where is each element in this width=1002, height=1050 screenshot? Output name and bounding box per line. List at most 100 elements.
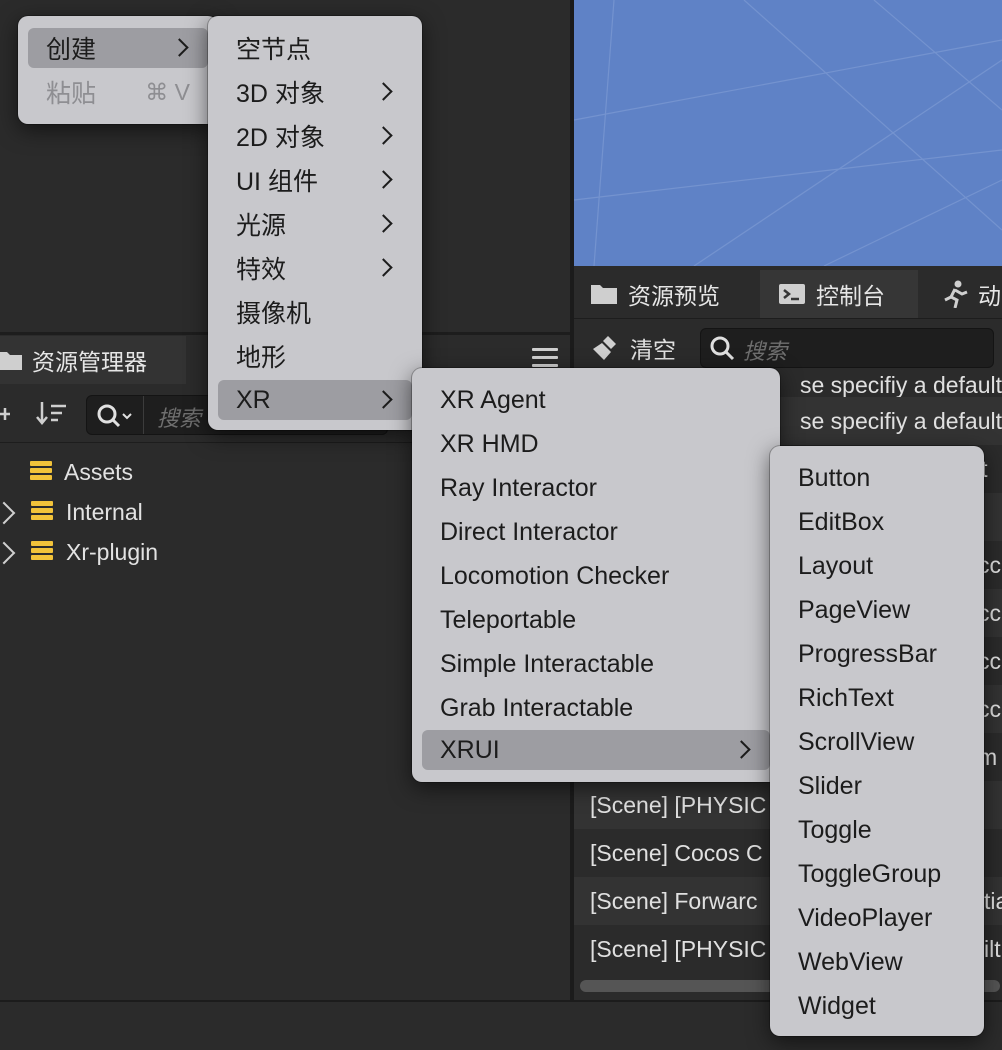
menu-item-label: XR HMD — [440, 429, 539, 458]
menu-item-label: 2D 对象 — [236, 124, 325, 152]
menu-item-label: Toggle — [798, 815, 872, 844]
menu-item-xr[interactable]: XR — [218, 380, 412, 420]
sort-icon[interactable] — [36, 398, 68, 428]
menu-item-label: 摄像机 — [236, 300, 312, 328]
menu-item-label: UI 组件 — [236, 168, 318, 196]
menu-item-togglegroup[interactable]: ToggleGroup — [780, 854, 974, 894]
menu-item-label: 光源 — [236, 212, 287, 240]
menu-item-label: ScrollView — [798, 727, 915, 756]
menu-item-label: XR Agent — [440, 385, 546, 414]
console-search-placeholder: 搜索 — [743, 339, 788, 364]
shortcut-label: ⌘ V — [145, 78, 190, 105]
tree-item-xr-plugin[interactable]: Xr-plugin — [0, 532, 300, 572]
menu-item-label: ToggleGroup — [798, 859, 942, 888]
chevron-right-icon[interactable] — [0, 541, 16, 565]
menu-item-light[interactable]: 光源 — [218, 204, 412, 244]
menu-item-xrui[interactable]: XRUI — [422, 730, 770, 770]
menu-item-locomotion-checker[interactable]: Locomotion Checker — [422, 556, 770, 596]
menu-item-label: 创建 — [46, 36, 97, 64]
menu-item-label: 空节点 — [236, 36, 312, 64]
menu-item-2d-object[interactable]: 2D 对象 — [218, 116, 412, 156]
menu-item-widget[interactable]: Widget — [780, 986, 974, 1026]
menu-item-button[interactable]: Button — [780, 458, 974, 498]
tree-item-label: Internal — [66, 498, 143, 525]
menu-item-progressbar[interactable]: ProgressBar — [780, 634, 974, 674]
menu-item-label: WebView — [798, 947, 903, 976]
menu-item-label: ProgressBar — [798, 639, 937, 668]
menu-item-editbox[interactable]: EditBox — [780, 502, 974, 542]
chevron-right-icon — [732, 740, 751, 759]
menu-item-direct-interactor[interactable]: Direct Interactor — [422, 512, 770, 552]
menu-item-ray-interactor[interactable]: Ray Interactor — [422, 468, 770, 508]
broom-icon — [593, 336, 616, 360]
menu-item-label: PageView — [798, 595, 911, 624]
menu-item-label: Simple Interactable — [440, 649, 655, 678]
menu-item-richtext[interactable]: RichText — [780, 678, 974, 718]
tab-assets[interactable]: 资源管理器 — [0, 336, 186, 384]
tab-label: 动 — [978, 283, 1001, 309]
log-text-tail: ilt — [984, 935, 1001, 962]
menu-item-label: Layout — [798, 551, 874, 580]
menu-item-ui-component[interactable]: UI 组件 — [218, 160, 412, 200]
create-submenu: 空节点 3D 对象 2D 对象 UI 组件 光源 特效 摄像机 地形 XR — [208, 16, 422, 430]
xrui-submenu: Button EditBox Layout PageView ProgressB… — [770, 446, 984, 1036]
menu-item-label: XR — [236, 385, 271, 414]
menu-item-simple-interactable[interactable]: Simple Interactable — [422, 644, 770, 684]
clear-button[interactable]: 清空 — [592, 330, 676, 366]
search-icon — [710, 336, 735, 361]
database-icon — [31, 501, 53, 523]
menu-item-toggle[interactable]: Toggle — [780, 810, 974, 850]
console-search-input[interactable]: 搜索 — [700, 328, 994, 368]
menu-item-scrollview[interactable]: ScrollView — [780, 722, 974, 762]
assets-search-placeholder: 搜索 — [157, 406, 202, 431]
menu-item-label: Direct Interactor — [440, 517, 618, 546]
chevron-right-icon — [374, 82, 393, 101]
menu-item-layout[interactable]: Layout — [780, 546, 974, 586]
menu-item-grab-interactable[interactable]: Grab Interactable — [422, 688, 770, 728]
clear-label: 清空 — [630, 337, 676, 363]
menu-item-xr-agent[interactable]: XR Agent — [422, 380, 770, 420]
menu-item-label: 特效 — [236, 256, 287, 284]
menu-item-slider[interactable]: Slider — [780, 766, 974, 806]
xr-submenu: XR Agent XR HMD Ray Interactor Direct In… — [412, 368, 780, 782]
menu-item-create[interactable]: 创建 — [28, 28, 208, 68]
menu-item-label: 3D 对象 — [236, 80, 325, 108]
log-text: [Scene] [PHYSIC — [590, 935, 767, 962]
menu-item-label: Ray Interactor — [440, 473, 598, 502]
menu-item-paste[interactable]: 粘贴 ⌘ V — [28, 72, 208, 112]
tab-assets-label: 资源管理器 — [32, 349, 147, 375]
menu-item-label: Grab Interactable — [440, 693, 634, 722]
menu-item-camera[interactable]: 摄像机 — [218, 292, 412, 332]
chevron-right-icon — [374, 258, 393, 277]
menu-item-pageview[interactable]: PageView — [780, 590, 974, 630]
tab-animation[interactable]: 动 — [940, 270, 1002, 318]
menu-item-effects[interactable]: 特效 — [218, 248, 412, 288]
chevron-right-icon[interactable] — [0, 501, 16, 525]
tab-console[interactable]: 控制台 — [760, 270, 918, 318]
tab-asset-preview[interactable]: 资源预览 — [590, 270, 750, 318]
menu-item-terrain[interactable]: 地形 — [218, 336, 412, 376]
menu-item-label: Button — [798, 463, 871, 492]
menu-item-videoplayer[interactable]: VideoPlayer — [780, 898, 974, 938]
panel-menu-icon[interactable] — [532, 348, 558, 370]
menu-item-3d-object[interactable]: 3D 对象 — [218, 72, 412, 112]
tab-label: 控制台 — [816, 283, 885, 309]
chevron-right-icon — [374, 170, 393, 189]
menu-item-label: Slider — [798, 771, 862, 800]
chevron-right-icon — [170, 38, 189, 57]
add-icon[interactable] — [0, 400, 14, 428]
running-icon — [944, 280, 968, 308]
menu-item-empty-node[interactable]: 空节点 — [218, 28, 412, 68]
tree-item-assets[interactable]: Assets — [0, 452, 300, 492]
log-text-tail: tia — [984, 887, 1002, 914]
scene-view[interactable] — [574, 0, 1002, 266]
folder-icon — [0, 352, 22, 370]
terminal-icon — [779, 284, 805, 304]
menu-item-xr-hmd[interactable]: XR HMD — [422, 424, 770, 464]
menu-item-teleportable[interactable]: Teleportable — [422, 600, 770, 640]
search-icon — [97, 404, 132, 428]
tree-item-internal[interactable]: Internal — [0, 492, 300, 532]
chevron-right-icon — [374, 390, 393, 409]
menu-item-webview[interactable]: WebView — [780, 942, 974, 982]
menu-item-label: 粘贴 — [46, 80, 97, 108]
